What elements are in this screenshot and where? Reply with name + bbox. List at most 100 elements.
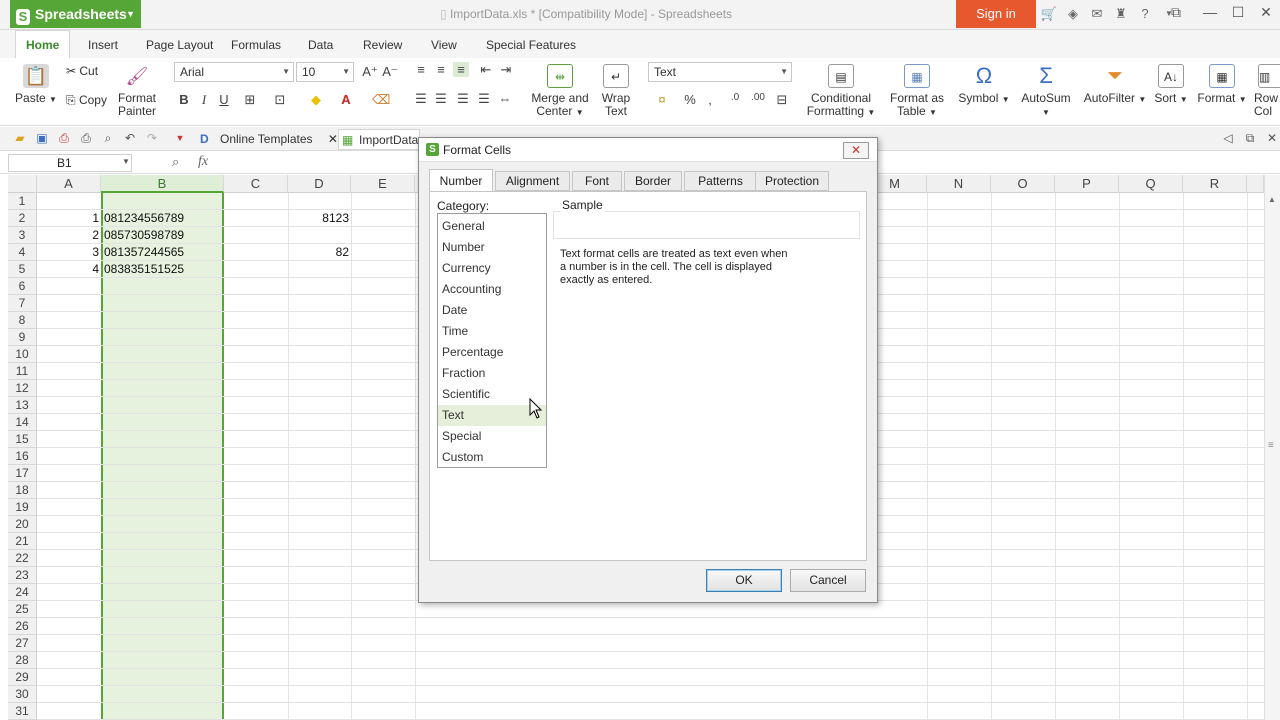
maximize-icon[interactable]: ☐: [1226, 4, 1250, 21]
align-left-icon[interactable]: ☰: [413, 91, 429, 107]
tab-formulas[interactable]: Formulas: [231, 38, 281, 52]
increase-indent-icon[interactable]: ⇥: [498, 62, 514, 78]
rows-columns-button[interactable]: ▥ Row Col: [1254, 64, 1280, 118]
column-header[interactable]: Q: [1119, 175, 1183, 193]
sheet-nav-icon[interactable]: ◁: [1220, 130, 1236, 146]
tab-view[interactable]: View: [431, 38, 457, 52]
category-item[interactable]: Number: [438, 237, 546, 258]
cell-d2[interactable]: 8123: [288, 210, 349, 227]
customize-icon[interactable]: ▼: [172, 130, 188, 146]
column-header[interactable]: P: [1055, 175, 1119, 193]
cell-a3[interactable]: 2: [37, 227, 99, 244]
row-header[interactable]: 25: [8, 601, 37, 618]
copy-button[interactable]: ⎘ Copy: [66, 93, 107, 108]
row-header[interactable]: 19: [8, 499, 37, 516]
cart-icon[interactable]: 🛒: [1040, 5, 1058, 23]
row-header[interactable]: 16: [8, 448, 37, 465]
close-icon[interactable]: ✕: [843, 142, 869, 159]
category-item[interactable]: Currency: [438, 258, 546, 279]
cell-b4[interactable]: 081357244565: [104, 244, 222, 261]
row-header[interactable]: 27: [8, 635, 37, 652]
row-header[interactable]: 1: [8, 193, 37, 210]
scroll-up-icon[interactable]: ▲: [1268, 195, 1276, 204]
select-all-corner[interactable]: [8, 175, 37, 193]
tab-alignment[interactable]: Alignment: [495, 171, 570, 191]
fill-color-icon[interactable]: ◆: [308, 92, 324, 108]
cancel-button[interactable]: Cancel: [790, 569, 866, 592]
distribute-icon[interactable]: ⇔: [497, 91, 513, 106]
close-document-icon[interactable]: ✕: [1264, 130, 1280, 146]
row-header[interactable]: 15: [8, 431, 37, 448]
row-header[interactable]: 8: [8, 312, 37, 329]
format-painter-button[interactable]: 🖌 Format Painter: [114, 64, 160, 118]
row-header[interactable]: 28: [8, 652, 37, 669]
row-header[interactable]: 14: [8, 414, 37, 431]
convert-icon[interactable]: ⊟: [774, 92, 790, 108]
category-item[interactable]: Custom: [438, 447, 546, 468]
tab-protection[interactable]: Protection: [755, 171, 829, 191]
chevron-down-icon[interactable]: ▼: [122, 157, 130, 166]
decrease-indent-icon[interactable]: ⇤: [478, 62, 494, 78]
row-header[interactable]: 7: [8, 295, 37, 312]
row-header[interactable]: 22: [8, 550, 37, 567]
name-box[interactable]: B1: [8, 154, 132, 172]
tab-special-features[interactable]: Special Features: [486, 38, 576, 52]
sort-button[interactable]: A↓ Sort ▼: [1152, 64, 1190, 106]
tab-border[interactable]: Border: [624, 171, 682, 191]
borders-icon[interactable]: ⊞: [242, 92, 258, 108]
tab-number[interactable]: Number: [429, 169, 493, 192]
tab-data[interactable]: Data: [308, 38, 333, 52]
print-icon[interactable]: ⎙: [78, 130, 94, 146]
print-preview-icon[interactable]: ⌕: [100, 130, 116, 146]
scroll-thumb-grip-icon[interactable]: ≡: [1268, 440, 1274, 451]
cell-d4[interactable]: 82: [288, 244, 349, 261]
tab-home[interactable]: Home: [15, 30, 71, 58]
autofilter-button[interactable]: ⏷ AutoFilter ▼: [1082, 64, 1148, 106]
close-icon[interactable]: ✕: [1254, 4, 1278, 21]
justify-icon[interactable]: ☰: [476, 91, 492, 107]
align-right-icon[interactable]: ☰: [455, 91, 471, 107]
align-center-icon[interactable]: ☰: [433, 91, 449, 107]
column-header[interactable]: A: [37, 175, 101, 193]
tab-font[interactable]: Font: [572, 171, 622, 191]
column-header[interactable]: N: [927, 175, 991, 193]
restore-window-icon[interactable]: ⧉: [1242, 130, 1258, 146]
category-item[interactable]: Fraction: [438, 363, 546, 384]
row-header[interactable]: 4: [8, 244, 37, 261]
align-middle-icon[interactable]: ≡: [433, 62, 449, 77]
tab-page-layout[interactable]: Page Layout: [146, 38, 213, 52]
number-format-select[interactable]: Text ▼: [648, 62, 792, 82]
merge-center-button[interactable]: ⇹ Merge and Center ▼: [528, 64, 592, 119]
row-header[interactable]: 11: [8, 363, 37, 380]
row-header[interactable]: 21: [8, 533, 37, 550]
decrease-font-icon[interactable]: A⁻: [382, 64, 398, 80]
cell-style-icon[interactable]: ⊡: [272, 92, 288, 108]
font-family-select[interactable]: Arial ▼: [174, 62, 294, 82]
cut-button[interactable]: ✂ Cut: [66, 64, 98, 78]
underline-icon[interactable]: U: [216, 92, 232, 107]
font-size-select[interactable]: 10 ▼: [296, 62, 354, 82]
row-header[interactable]: 3: [8, 227, 37, 244]
minimize-icon[interactable]: —: [1198, 4, 1222, 20]
increase-decimal-icon[interactable]: .0: [727, 92, 743, 103]
open-icon[interactable]: ▰: [12, 130, 28, 146]
column-header[interactable]: D: [288, 175, 351, 193]
conditional-formatting-button[interactable]: ▤ Conditional Formatting ▼: [806, 64, 876, 119]
function-icon[interactable]: fx: [198, 154, 208, 170]
row-header[interactable]: 9: [8, 329, 37, 346]
restore-ribbon-icon[interactable]: ⧉: [1164, 4, 1188, 21]
decrease-decimal-icon[interactable]: .00: [750, 92, 766, 103]
category-item[interactable]: General: [438, 216, 546, 237]
row-header[interactable]: 17: [8, 465, 37, 482]
undo-icon[interactable]: ↶: [122, 130, 138, 146]
column-header[interactable]: [1247, 175, 1264, 193]
wrap-text-button[interactable]: ↵ Wrap Text: [596, 64, 636, 118]
row-header[interactable]: 24: [8, 584, 37, 601]
tab-patterns[interactable]: Patterns: [684, 171, 757, 191]
row-header[interactable]: 6: [8, 278, 37, 295]
cell-a4[interactable]: 3: [37, 244, 99, 261]
row-header[interactable]: 13: [8, 397, 37, 414]
tab-online-templates[interactable]: D Online Templates ✕: [200, 129, 338, 150]
italic-icon[interactable]: I: [196, 92, 212, 108]
autosum-button[interactable]: Σ AutoSum ▼: [1016, 64, 1076, 119]
